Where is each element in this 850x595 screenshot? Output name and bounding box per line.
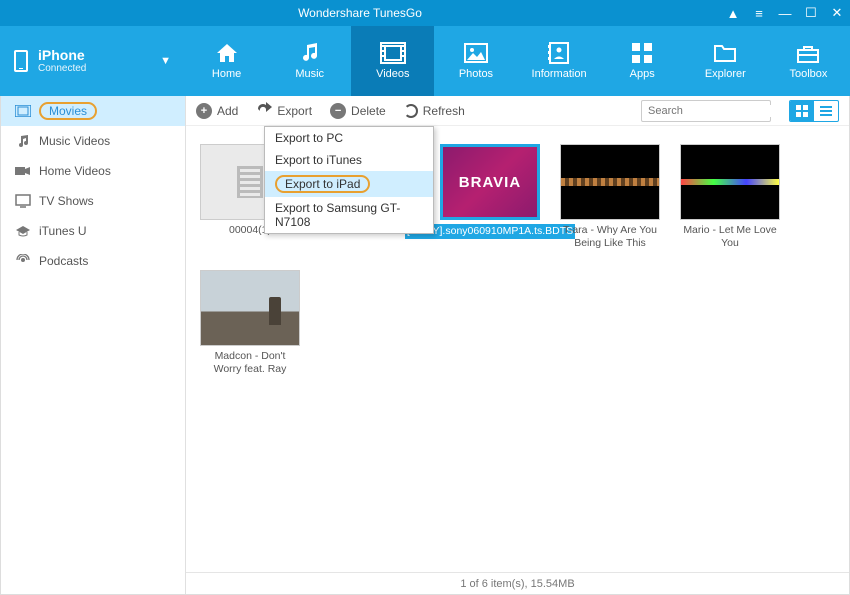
refresh-label: Refresh [423,104,465,118]
device-selector[interactable]: iPhone Connected ▼ [0,26,185,96]
tab-information[interactable]: Information [518,26,601,96]
grid-view-button[interactable] [790,101,814,121]
music-icon [297,42,323,64]
search-input[interactable] [648,105,790,117]
videos-icon [380,42,406,64]
tab-label: Apps [630,68,655,80]
tab-home[interactable]: Home [185,26,268,96]
delete-label: Delete [351,104,386,118]
export-menu-item[interactable]: Export to iTunes [265,149,433,171]
music-video-icon [15,134,31,148]
list-view-button[interactable] [814,101,838,121]
refresh-icon [404,104,418,118]
view-toggle [789,100,839,122]
video-item[interactable]: BRAVIA[SONY].sony060910MP1A.ts.BDTS [440,144,540,250]
video-thumbnail [560,144,660,220]
podcast-icon [15,254,31,268]
chevron-down-icon: ▼ [160,55,171,67]
sidebar-item-label: iTunes U [39,224,87,238]
tab-label: Photos [459,68,493,80]
video-item[interactable]: Madcon - Don't Worry feat. Ray Dalton (O… [200,270,300,378]
video-thumbnail: BRAVIA [440,144,540,220]
tab-apps[interactable]: Apps [601,26,684,96]
export-icon [256,102,272,119]
sidebar-item-music-videos[interactable]: Music Videos [1,126,185,156]
home-icon [214,42,240,64]
sidebar-item-movies[interactable]: Movies [1,96,185,126]
topnav: iPhone Connected ▼ Home Music Videos Pho… [0,26,850,96]
tv-icon [15,194,31,208]
menu-item-label: Export to iTunes [275,153,362,167]
toolbar: + Add Export −Delete Refresh [186,96,849,126]
tab-music[interactable]: Music [268,26,351,96]
toolbox-icon [795,42,821,64]
titlebar: Wondershare TunesGo ▲ ≡ — ☐ ✕ [0,0,850,26]
video-thumbnail [200,270,300,346]
video-caption: Madcon - Don't Worry feat. Ray Dalton (O… [200,350,300,378]
video-item[interactable]: T-ara - Why Are You Being Like This [560,144,660,250]
tab-label: Explorer [705,68,746,80]
tab-label: Information [532,68,587,80]
graduation-icon [15,224,31,238]
film-icon [15,104,31,118]
sidebar-item-label: Podcasts [39,254,88,268]
sidebar-item-podcasts[interactable]: Podcasts [1,246,185,276]
video-item[interactable]: Mario - Let Me Love You [680,144,780,250]
sidebar: Movies Music Videos Home Videos TV Shows… [1,96,186,594]
sidebar-item-label: TV Shows [39,194,94,208]
add-label: Add [217,104,238,118]
tab-label: Toolbox [789,68,827,80]
add-button[interactable]: + Add [196,103,238,119]
statusbar: 1 of 6 item(s), 15.54MB [186,572,849,594]
device-status: Connected [38,63,86,74]
video-thumbnail [680,144,780,220]
status-text: 1 of 6 item(s), 15.54MB [460,578,574,590]
tab-label: Music [295,68,324,80]
apps-icon [629,42,655,64]
tab-toolbox[interactable]: Toolbox [767,26,850,96]
menu-item-label: Export to Samsung GT-N7108 [275,201,400,229]
device-name: iPhone [38,48,86,63]
sidebar-item-label: Music Videos [39,134,110,148]
minimize-button[interactable]: — [772,6,798,21]
explorer-icon [712,42,738,64]
sidebar-item-home-videos[interactable]: Home Videos [1,156,185,186]
user-icon[interactable]: ▲ [720,6,746,21]
export-menu-item[interactable]: Export to iPad [265,171,433,197]
refresh-button[interactable]: Refresh [404,104,465,118]
plus-icon: + [196,103,212,119]
information-icon [546,42,572,64]
menu-item-label: Export to iPad [275,175,370,193]
export-menu-item[interactable]: Export to Samsung GT-N7108 [265,197,433,233]
tab-videos[interactable]: Videos [351,26,434,96]
sidebar-item-tv-shows[interactable]: TV Shows [1,186,185,216]
photos-icon [463,42,489,64]
export-dropdown: Export to PC Export to iTunes Export to … [264,126,434,234]
minus-icon: − [330,103,346,119]
camcorder-icon [15,164,31,178]
sidebar-item-itunes-u[interactable]: iTunes U [1,216,185,246]
export-menu-item[interactable]: Export to PC [265,127,433,149]
export-label: Export [277,104,312,118]
app-title: Wondershare TunesGo [0,6,720,20]
tab-label: Home [212,68,241,80]
sidebar-item-label: Home Videos [39,164,111,178]
video-caption: Mario - Let Me Love You [680,224,780,250]
tab-photos[interactable]: Photos [434,26,517,96]
menu-icon[interactable]: ≡ [746,6,772,21]
search-box[interactable] [641,100,771,122]
sidebar-item-label: Movies [39,102,97,120]
maximize-button[interactable]: ☐ [798,5,824,21]
tab-explorer[interactable]: Explorer [684,26,767,96]
video-caption: T-ara - Why Are You Being Like This [560,224,660,250]
phone-icon [14,50,28,72]
menu-item-label: Export to PC [275,131,343,145]
delete-button[interactable]: −Delete [330,103,386,119]
close-button[interactable]: ✕ [824,5,850,21]
export-button[interactable]: Export [256,102,312,119]
tab-label: Videos [376,68,409,80]
tabs: Home Music Videos Photos Information App… [185,26,850,96]
